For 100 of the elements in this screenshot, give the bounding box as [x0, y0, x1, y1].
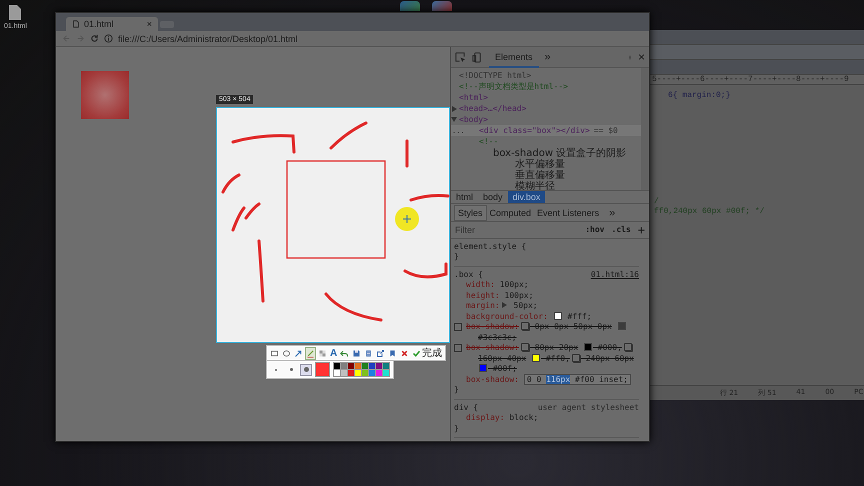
color-swatch[interactable]: [532, 354, 540, 362]
source-link[interactable]: 01.html:16: [590, 270, 639, 280]
arrow-icon: [294, 348, 303, 358]
property-name: box-shadow:: [466, 374, 519, 384]
property-checkbox[interactable]: [454, 344, 462, 352]
sidebar-tab[interactable]: Styles: [454, 204, 487, 221]
palette-color[interactable]: [369, 363, 375, 369]
palette-color[interactable]: [355, 370, 361, 376]
shadow-editor-icon[interactable]: [572, 354, 580, 362]
close-button[interactable]: ×: [638, 50, 645, 64]
palette-color[interactable]: [383, 370, 389, 376]
browser-tab[interactable]: 01.html ×: [66, 17, 158, 31]
breadcrumb-item[interactable]: body: [478, 190, 508, 204]
done-icon: [412, 348, 422, 358]
property-value: #3c3c3c;: [478, 332, 517, 342]
node-text: <!--声明文档类型是html-->: [459, 81, 568, 92]
palette-color[interactable]: [341, 370, 347, 376]
expand-triangle-icon[interactable]: [502, 302, 507, 308]
app-icon[interactable]: [400, 1, 420, 11]
property-value: 240px 60px: [584, 354, 634, 362]
dom-tree-row[interactable]: <!DOCTYPE html>: [451, 70, 641, 81]
address-bar[interactable]: file:///C:/Users/Administrator/Desktop/01.html: [118, 34, 298, 44]
property-name: background-color:: [466, 312, 548, 320]
shadowed-box: [81, 71, 129, 119]
breadcrumb-item[interactable]: div.box: [508, 190, 546, 204]
property-value: 100px;: [498, 280, 529, 289]
more-tabs-button[interactable]: »: [544, 51, 551, 63]
shadow-editor-icon[interactable]: [624, 343, 632, 351]
save-icon: [352, 348, 362, 358]
sidebar-tab[interactable]: Event Listeners: [534, 206, 602, 220]
device-toolbar-icon[interactable]: [472, 52, 483, 62]
copy-icon: [364, 348, 374, 358]
filter-toggle-button[interactable]: :hov: [585, 225, 604, 234]
filter-toggle-button[interactable]: +: [638, 222, 645, 237]
palette-color[interactable]: [348, 363, 354, 369]
rectangle-icon: [270, 348, 279, 358]
pen-tool[interactable]: [305, 346, 316, 360]
stylesheet-origin: user agent stylesheet: [538, 402, 639, 413]
reload-icon[interactable]: [90, 34, 99, 43]
palette-color[interactable]: [383, 363, 389, 369]
cursor-highlight-icon: [395, 207, 419, 231]
shadow-editor-icon[interactable]: [520, 322, 529, 330]
node-text: <html>: [459, 93, 488, 102]
shadow-editor-icon[interactable]: [520, 343, 529, 351]
palette-color[interactable]: [334, 370, 340, 376]
tab-close-button[interactable]: ×: [146, 19, 152, 29]
closing-brace: }: [454, 424, 459, 434]
property-value: block;: [508, 413, 538, 422]
comment-line: 垂直偏移量: [515, 168, 565, 180]
app-icon[interactable]: [432, 1, 452, 11]
property-checkbox[interactable]: [454, 323, 462, 331]
node-text: <!DOCTYPE html>: [459, 71, 532, 80]
breadcrumb-item[interactable]: html: [451, 190, 478, 204]
code-line: /: [654, 197, 660, 207]
palette-color[interactable]: [348, 370, 354, 376]
inspect-element-icon[interactable]: [455, 52, 466, 62]
property-name: margin:: [466, 301, 500, 310]
dom-tree-row[interactable]: <!--声明文档类型是html-->: [451, 81, 641, 92]
property-name: width:: [466, 280, 495, 289]
node-text: <!--: [479, 137, 498, 146]
undo-icon: [340, 348, 350, 358]
property-value: 0px 0px 50px 0px: [534, 322, 612, 331]
node-text: <body>: [459, 115, 488, 124]
palette-color[interactable]: [341, 363, 347, 369]
dom-tree-row[interactable]: <!--: [451, 136, 641, 147]
palette-color[interactable]: [362, 370, 368, 376]
info-icon[interactable]: [104, 34, 113, 43]
value-editor-field[interactable]: 0 0 116px #f00 inset;: [524, 374, 631, 384]
color-swatch[interactable]: [584, 343, 592, 351]
dom-tree-row[interactable]: <html>: [451, 92, 641, 103]
pen-icon: [306, 348, 315, 358]
filter-field[interactable]: Filter: [455, 224, 578, 235]
node-reference: == $0: [594, 126, 618, 135]
comment-line: box-shadow 设置盒子的阴影: [493, 146, 626, 158]
node-text: <div class="box"></div>: [479, 126, 590, 135]
color-swatch[interactable]: [554, 312, 562, 320]
ellipse-icon: [282, 348, 291, 358]
file-icon[interactable]: [8, 4, 22, 21]
palette-color[interactable]: [362, 363, 368, 369]
color-swatch[interactable]: [618, 322, 626, 330]
property-name: height:: [466, 290, 500, 300]
code-line: ff0,240px 60px #00f; */: [654, 207, 766, 217]
cancel-icon: [400, 348, 410, 358]
color-swatch[interactable]: [479, 364, 487, 372]
brush-size-option[interactable]: [300, 364, 312, 376]
palette-color[interactable]: [376, 370, 382, 376]
more-tabs-button[interactable]: »: [606, 204, 618, 221]
palette-color[interactable]: [334, 363, 340, 369]
sidebar-tab[interactable]: Computed: [486, 206, 534, 220]
comment-line: 模糊半径: [515, 179, 555, 190]
palette-color[interactable]: [355, 363, 361, 369]
text-tool[interactable]: A: [329, 346, 338, 360]
palette-color[interactable]: [376, 363, 382, 369]
property-value: #ff0,: [544, 354, 570, 362]
done-button[interactable]: 完成: [411, 346, 444, 360]
panel-tab[interactable]: Elements: [489, 47, 539, 68]
tab-title: 01.html: [84, 19, 115, 29]
filter-toggle-button[interactable]: .cls: [612, 225, 631, 234]
closing-brace: }: [454, 385, 459, 396]
palette-color[interactable]: [369, 370, 375, 376]
